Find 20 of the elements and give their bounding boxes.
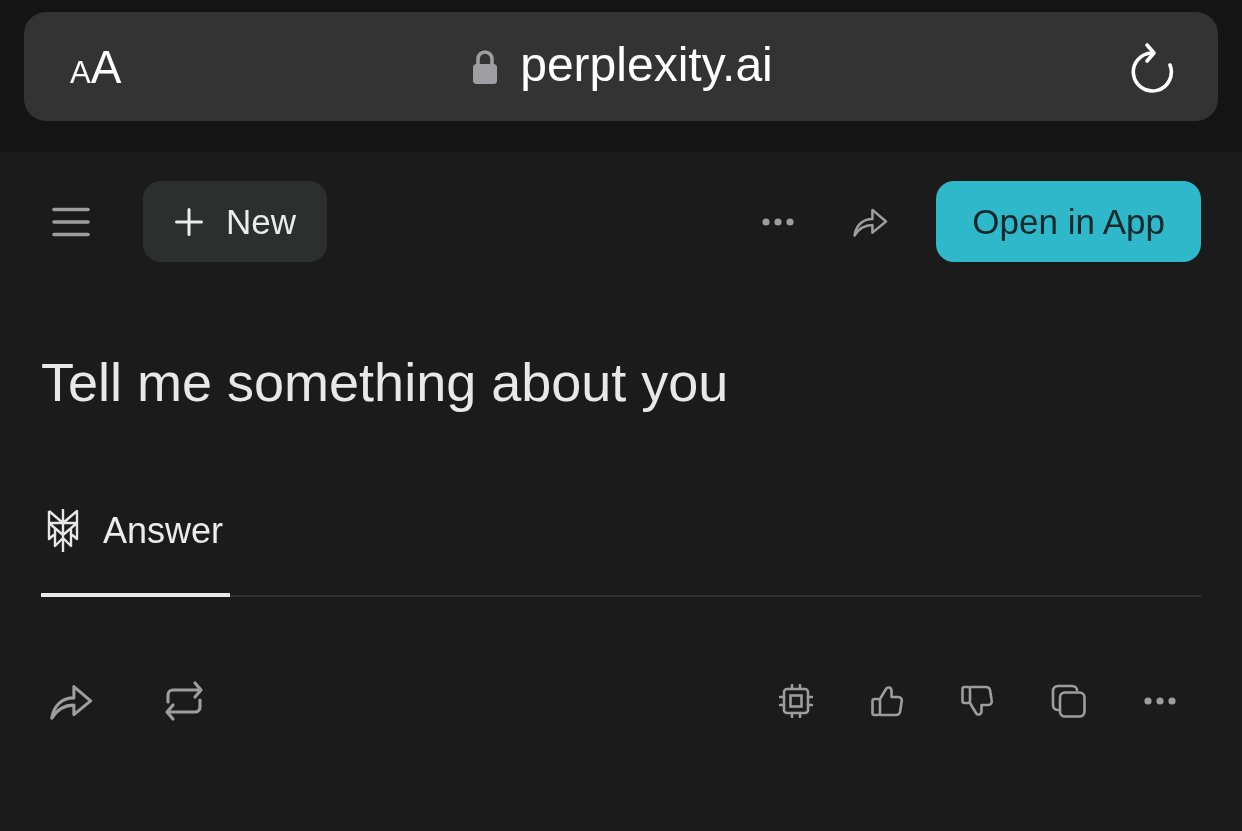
lock-icon (472, 49, 499, 84)
repeat-icon[interactable] (164, 680, 204, 722)
more-icon[interactable] (1144, 697, 1176, 705)
thumbs-down-icon[interactable] (961, 685, 993, 717)
open-in-app-button[interactable]: Open in App (936, 181, 1201, 262)
logo-icon (45, 508, 81, 553)
more-icon[interactable] (762, 217, 795, 226)
text-size-button[interactable]: AA (70, 43, 122, 90)
menu-icon[interactable] (52, 206, 90, 237)
reload-icon[interactable] (1130, 40, 1175, 93)
plus-icon (175, 207, 203, 236)
share-icon[interactable] (853, 206, 889, 237)
answer-tab[interactable]: Answer (41, 508, 231, 597)
share-icon[interactable] (50, 682, 93, 720)
copy-icon[interactable] (1051, 684, 1086, 718)
thumbs-up-icon[interactable] (871, 685, 903, 717)
query-title: Tell me something about you (41, 351, 730, 414)
address-text[interactable]: perplexity.ai (520, 40, 773, 93)
chip-icon[interactable] (779, 684, 813, 718)
new-button[interactable]: New (143, 181, 328, 262)
